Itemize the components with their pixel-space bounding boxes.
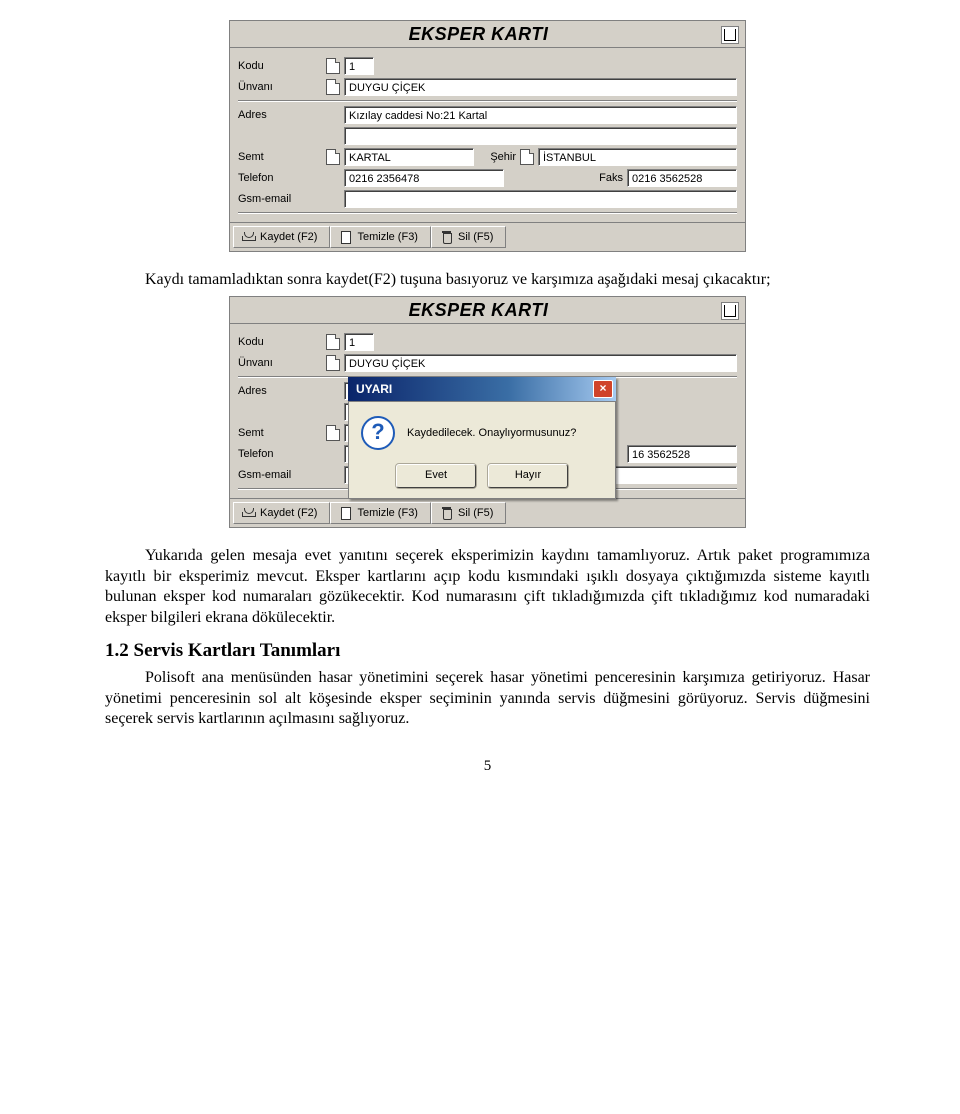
- eksper-form-2: EKSPER KARTI Kodu 1 Ünvanı DUYGU ÇİÇEK A…: [229, 296, 746, 528]
- document-icon: [721, 302, 739, 320]
- dialog-title-bar: UYARI ×: [348, 377, 616, 401]
- kodu-input[interactable]: 1: [344, 333, 374, 351]
- delete-icon: [440, 506, 454, 520]
- section-heading: 1.2 Servis Kartları Tanımları: [105, 640, 870, 662]
- sil-button[interactable]: Sil (F5): [431, 226, 506, 248]
- lookup-icon[interactable]: [326, 355, 340, 371]
- kodu-label: Kodu: [238, 60, 326, 72]
- kodu-label: Kodu: [238, 336, 326, 348]
- page-number: 5: [105, 758, 870, 775]
- kaydet-label: Kaydet (F2): [260, 507, 317, 519]
- temizle-button[interactable]: Temizle (F3): [330, 502, 431, 524]
- adres-label: Adres: [238, 109, 326, 121]
- delete-icon: [440, 230, 454, 244]
- adres-input[interactable]: Kızılay caddesi No:21 Kartal: [344, 106, 737, 124]
- unvani-input[interactable]: DUYGU ÇİÇEK: [344, 354, 737, 372]
- semt-label: Semt: [238, 151, 326, 163]
- semt-label: Semt: [238, 427, 326, 439]
- telefon-input[interactable]: 0216 2356478: [344, 169, 504, 187]
- telefon-label: Telefon: [238, 172, 326, 184]
- faks-label: Faks: [581, 172, 627, 184]
- sehir-input[interactable]: İSTANBUL: [538, 148, 737, 166]
- temizle-button[interactable]: Temizle (F3): [330, 226, 431, 248]
- lookup-icon[interactable]: [326, 334, 340, 350]
- form2-title-bar: EKSPER KARTI: [230, 297, 745, 324]
- unvani-label: Ünvanı: [238, 81, 326, 93]
- evet-button[interactable]: Evet: [396, 464, 476, 488]
- gsm-input[interactable]: [344, 190, 737, 208]
- temizle-label: Temizle (F3): [357, 231, 418, 243]
- paragraph-2: Yukarıda gelen mesaja evet yanıtını seçe…: [105, 546, 870, 628]
- form1-title-bar: EKSPER KARTI: [230, 21, 745, 48]
- adres2-input[interactable]: [344, 127, 737, 145]
- faks-input[interactable]: 16 3562528: [627, 445, 737, 463]
- lookup-icon[interactable]: [326, 425, 340, 441]
- hayir-button[interactable]: Hayır: [488, 464, 568, 488]
- unvani-label: Ünvanı: [238, 357, 326, 369]
- gsm-label: Gsm-email: [238, 469, 326, 481]
- question-icon: ?: [361, 416, 395, 450]
- sil-label: Sil (F5): [458, 231, 493, 243]
- sil-button[interactable]: Sil (F5): [431, 502, 506, 524]
- save-icon: [242, 506, 256, 520]
- paragraph-3: Polisoft ana menüsünden hasar yönetimini…: [105, 668, 870, 729]
- semt-input[interactable]: KARTAL: [344, 148, 474, 166]
- kaydet-button[interactable]: Kaydet (F2): [233, 226, 330, 248]
- uyari-dialog: UYARI × ? Kaydedilecek. Onaylıyormusunuz…: [348, 377, 616, 499]
- kaydet-button[interactable]: Kaydet (F2): [233, 502, 330, 524]
- save-icon: [242, 230, 256, 244]
- lookup-icon[interactable]: [520, 149, 534, 165]
- form1-title: EKSPER KARTI: [236, 24, 721, 45]
- dialog-title: UYARI: [356, 382, 593, 396]
- eksper-form-1: EKSPER KARTI Kodu 1 Ünvanı DUYGU ÇİÇEK A…: [229, 20, 746, 252]
- kaydet-label: Kaydet (F2): [260, 231, 317, 243]
- close-icon[interactable]: ×: [593, 380, 613, 398]
- lookup-icon[interactable]: [326, 58, 340, 74]
- clear-icon: [339, 230, 353, 244]
- lookup-icon[interactable]: [326, 79, 340, 95]
- adres-label: Adres: [238, 385, 326, 397]
- unvani-input[interactable]: DUYGU ÇİÇEK: [344, 78, 737, 96]
- document-icon: [721, 26, 739, 44]
- kodu-input[interactable]: 1: [344, 57, 374, 75]
- sil-label: Sil (F5): [458, 507, 493, 519]
- paragraph-1: Kaydı tamamladıktan sonra kaydet(F2) tuş…: [105, 270, 870, 290]
- form2-button-bar: Kaydet (F2) Temizle (F3) Sil (F5): [230, 498, 745, 527]
- sehir-label: Şehir: [474, 151, 520, 163]
- gsm-label: Gsm-email: [238, 193, 326, 205]
- clear-icon: [339, 506, 353, 520]
- lookup-icon[interactable]: [326, 149, 340, 165]
- dialog-message: Kaydedilecek. Onaylıyormusunuz?: [407, 427, 576, 439]
- temizle-label: Temizle (F3): [357, 507, 418, 519]
- telefon-label: Telefon: [238, 448, 326, 460]
- form1-button-bar: Kaydet (F2) Temizle (F3) Sil (F5): [230, 222, 745, 251]
- faks-input[interactable]: 0216 3562528: [627, 169, 737, 187]
- form2-title: EKSPER KARTI: [236, 300, 721, 321]
